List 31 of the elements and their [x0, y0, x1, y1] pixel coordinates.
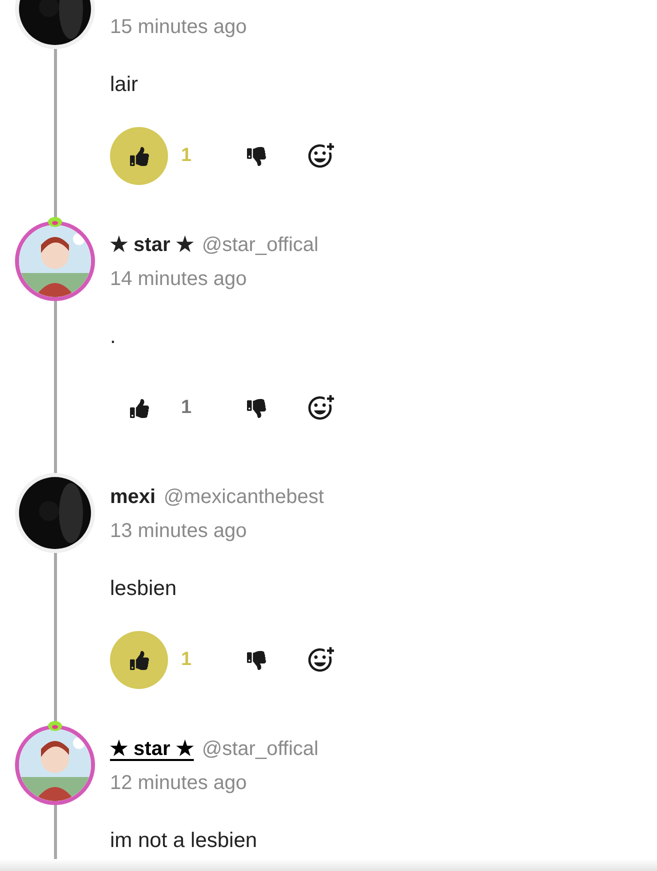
timestamp: 14 minutes ago [110, 267, 247, 292]
comment-text: lair [110, 72, 138, 98]
user-name[interactable]: mexi [110, 482, 156, 512]
timestamp: 15 minutes ago [110, 15, 247, 40]
user-handle: @star_offical [202, 737, 318, 762]
comment-text: . [110, 324, 116, 350]
user-handle: @mexicanthebest [164, 485, 324, 510]
timestamp: 13 minutes ago [110, 519, 247, 544]
smiley-plus-icon [306, 646, 334, 674]
thumbs-down-icon [246, 650, 266, 670]
dislike-button[interactable] [244, 396, 268, 420]
frog-icon [47, 215, 63, 227]
thumbs-down-icon [246, 146, 266, 166]
frog-icon [47, 719, 63, 731]
comment-text: im not a lesbien [110, 828, 258, 854]
comment-text: lesbien [110, 576, 177, 602]
smiley-plus-icon [306, 394, 334, 422]
smiley-plus-icon [306, 142, 334, 170]
thumbs-up-icon [130, 146, 148, 166]
like-count: 1 [181, 648, 193, 672]
dislike-button[interactable] [244, 648, 268, 672]
timestamp: 12 minutes ago [110, 771, 247, 796]
thumbs-up-icon [130, 398, 148, 418]
dislike-button[interactable] [244, 144, 268, 168]
user-handle: @star_offical [202, 233, 318, 258]
thumbs-up-icon [130, 650, 148, 670]
like-count: 1 [181, 144, 193, 168]
thumbs-down-icon [246, 398, 266, 418]
like-count: 1 [181, 396, 193, 420]
user-name[interactable]: ★ star ★ [110, 230, 194, 260]
user-name[interactable]: ★ star ★ [110, 734, 194, 764]
